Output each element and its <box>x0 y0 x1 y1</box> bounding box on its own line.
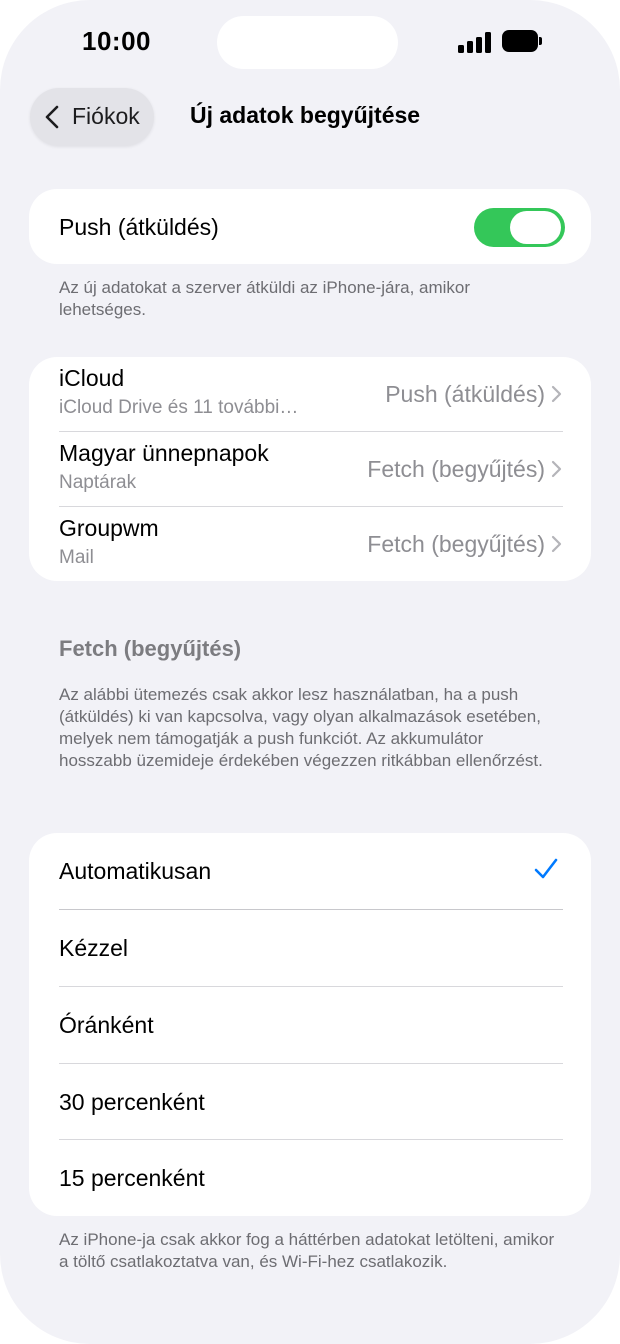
fetch-schedule-group: Automatikusan Kézzel Óránként 30 percenk… <box>29 833 591 1216</box>
account-subtitle: Mail <box>59 547 94 568</box>
phone-screen: 10:00 Fiókok Új adatok begyűjtése Push (… <box>0 0 620 1344</box>
account-subtitle: iCloud Drive és 11 további… <box>59 397 299 418</box>
schedule-option-label: 30 percenként <box>59 1089 205 1115</box>
fetch-section-header: Fetch (begyűjtés) <box>59 636 242 661</box>
account-fetch-value: Fetch (begyűjtés) <box>367 456 545 482</box>
checkmark-icon <box>534 858 558 879</box>
push-toggle[interactable] <box>474 208 565 247</box>
chevron-right-icon <box>551 535 562 553</box>
back-button[interactable]: Fiókok <box>30 88 154 146</box>
account-title: Groupwm <box>59 515 159 541</box>
accounts-group: iCloud iCloud Drive és 11 további… Push … <box>29 357 591 581</box>
dynamic-island <box>217 16 398 69</box>
push-footnote: Az új adatokat a szerver átküldi az iPho… <box>59 278 471 319</box>
schedule-option-30min[interactable]: 30 percenként <box>29 1064 591 1140</box>
back-label: Fiókok <box>72 103 140 129</box>
battery-icon <box>502 30 542 52</box>
chevron-right-icon <box>551 460 562 478</box>
cellular-signal-icon <box>458 31 492 53</box>
schedule-option-hourly[interactable]: Óránként <box>29 987 591 1063</box>
account-row-holidays[interactable]: Magyar ünnepnapok Naptárak Fetch (begyűj… <box>29 432 591 506</box>
chevron-right-icon <box>551 385 562 403</box>
schedule-option-15min[interactable]: 15 percenként <box>29 1140 591 1216</box>
fetch-footnote: Az iPhone-ja csak akkor fog a háttérben … <box>59 1230 555 1271</box>
status-time: 10:00 <box>82 26 151 56</box>
push-label: Push (átküldés) <box>59 214 219 240</box>
toggle-knob <box>510 211 561 244</box>
account-title: iCloud <box>59 365 125 391</box>
account-title: Magyar ünnepnapok <box>59 440 269 466</box>
account-subtitle: Naptárak <box>59 472 137 493</box>
page-title: Új adatok begyűjtése <box>190 102 421 128</box>
account-row-icloud[interactable]: iCloud iCloud Drive és 11 további… Push … <box>29 357 591 431</box>
account-row-groupwm[interactable]: Groupwm Mail Fetch (begyűjtés) <box>29 507 591 581</box>
schedule-option-label: 15 percenként <box>59 1165 205 1191</box>
schedule-option-label: Óránként <box>59 1012 154 1038</box>
account-fetch-value: Fetch (begyűjtés) <box>367 531 545 557</box>
schedule-option-automatic[interactable]: Automatikusan <box>29 833 591 909</box>
schedule-option-label: Kézzel <box>59 935 129 961</box>
schedule-option-label: Automatikusan <box>59 858 212 884</box>
account-fetch-value: Push (átküldés) <box>385 381 545 407</box>
chevron-left-icon <box>45 105 59 129</box>
push-group: Push (átküldés) <box>29 189 591 264</box>
schedule-option-manual[interactable]: Kézzel <box>29 910 591 986</box>
fetch-description: Az alábbi ütemezés csak akkor lesz haszn… <box>59 685 543 770</box>
